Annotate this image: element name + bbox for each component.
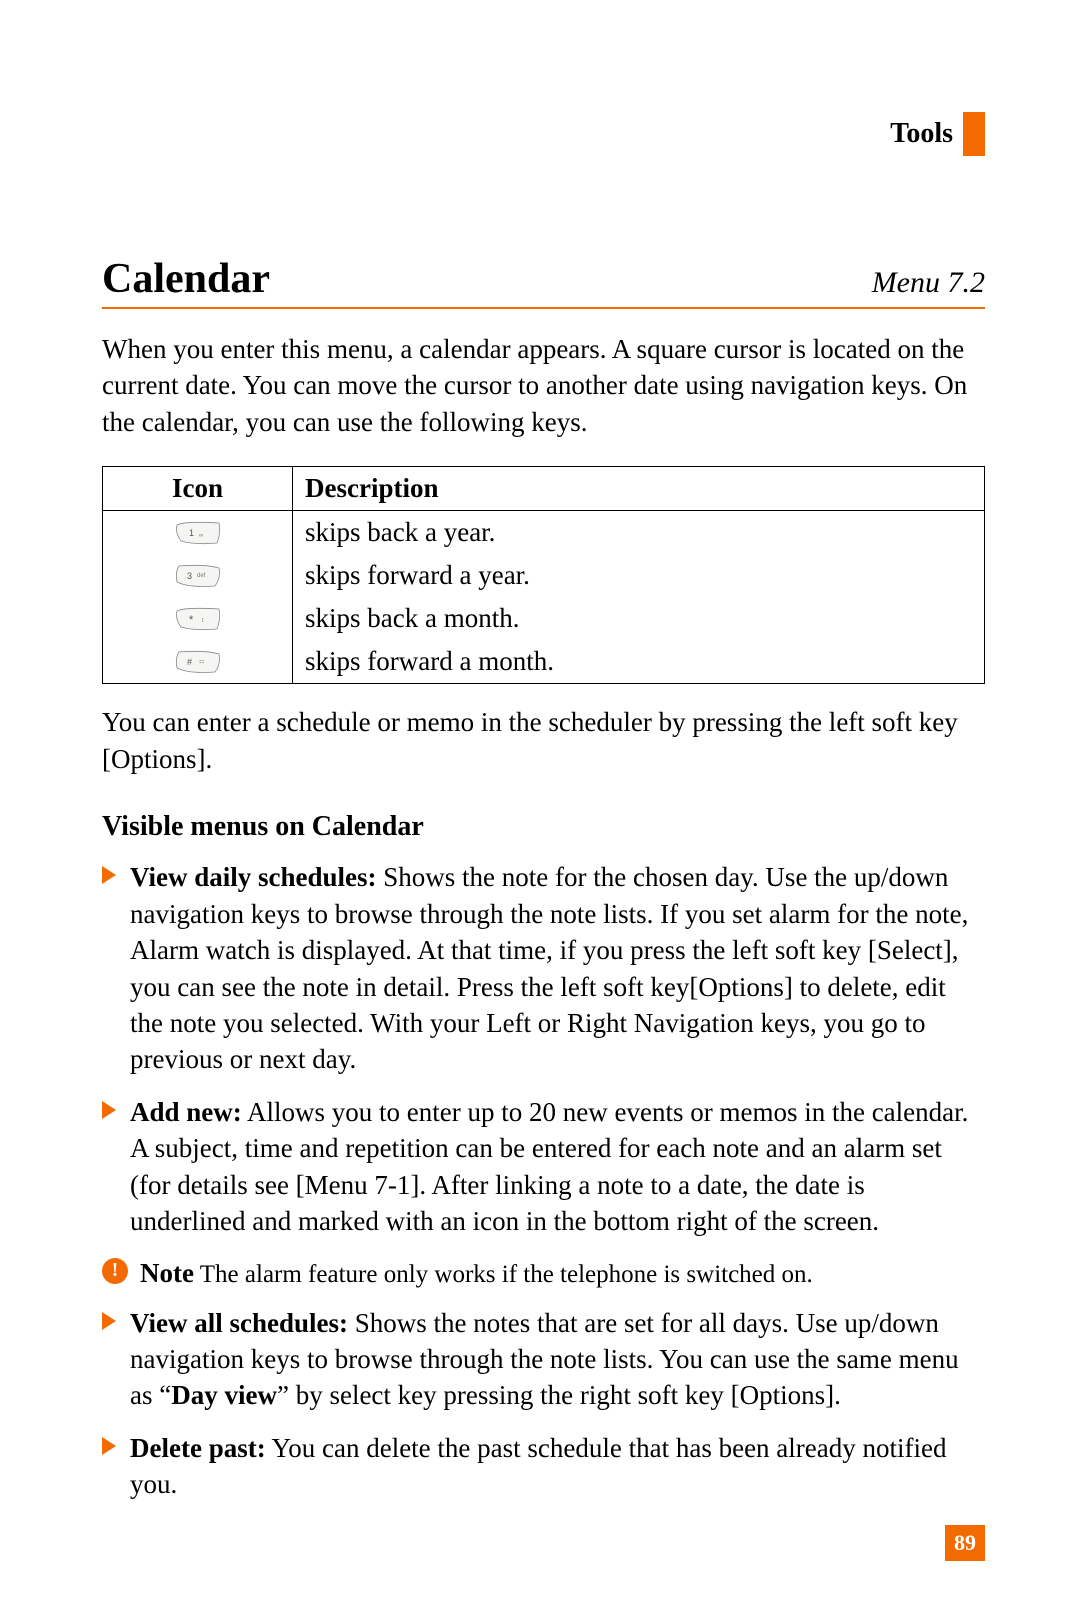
table-header-description: Description <box>293 467 985 511</box>
table-row: *↕ skips back a month. <box>103 597 985 640</box>
list-item: Delete past: You can delete the past sch… <box>102 1430 985 1503</box>
item-body-post: ” by select key pressing the right soft … <box>277 1380 841 1410</box>
svg-text:#: # <box>187 657 192 667</box>
after-table-paragraph: You can enter a schedule or memo in the … <box>102 704 985 777</box>
triangle-icon <box>102 1437 116 1455</box>
item-title: View all schedules: <box>130 1308 348 1338</box>
table-cell-desc: skips forward a year. <box>293 554 985 597</box>
menu-number: Menu 7.2 <box>872 266 985 300</box>
svg-text:1: 1 <box>189 528 194 538</box>
triangle-icon <box>102 1312 116 1330</box>
note-text: The alarm feature only works if the tele… <box>194 1261 813 1288</box>
triangle-icon <box>102 866 116 884</box>
table-cell-desc: skips forward a month. <box>293 640 985 684</box>
page-number: 89 <box>945 1525 985 1561</box>
table-cell-desc: skips back a year. <box>293 511 985 555</box>
table-row: #⚏ skips forward a month. <box>103 640 985 684</box>
note-label: Note <box>140 1258 194 1288</box>
svg-text:*: * <box>189 614 194 626</box>
key-3-icon: 3 def <box>175 564 221 588</box>
svg-text:3: 3 <box>187 571 192 581</box>
title-row: Calendar Menu 7.2 <box>102 255 985 309</box>
svg-text:def: def <box>197 573 206 579</box>
key-table: Icon Description 1∞ skips back a year. 3… <box>102 466 985 684</box>
list-item: Add new: Allows you to enter up to 20 ne… <box>102 1094 985 1240</box>
svg-text:∞: ∞ <box>199 533 203 539</box>
svg-text:↕: ↕ <box>201 617 205 624</box>
item-title: Delete past: <box>130 1433 266 1463</box>
section-label: Tools <box>890 118 953 150</box>
item-title: Add new: <box>130 1097 242 1127</box>
key-star-icon: *↕ <box>175 607 221 631</box>
section-marker <box>963 112 985 156</box>
table-row: 1∞ skips back a year. <box>103 511 985 555</box>
item-body-bold: Day view <box>171 1380 277 1410</box>
page-title: Calendar <box>102 255 270 303</box>
subheading: Visible menus on Calendar <box>102 811 985 843</box>
item-body: Allows you to enter up to 20 new events … <box>130 1097 968 1236</box>
list-item: View all schedules: Shows the notes that… <box>102 1305 985 1414</box>
key-1-icon: 1∞ <box>175 521 221 545</box>
triangle-icon <box>102 1101 116 1119</box>
table-cell-desc: skips back a month. <box>293 597 985 640</box>
list-item: View daily schedules: Shows the note for… <box>102 859 985 1078</box>
note-block: ! Note The alarm feature only works if t… <box>102 1258 985 1289</box>
table-header-icon: Icon <box>103 467 293 511</box>
item-title: View daily schedules: <box>130 862 377 892</box>
item-body: Shows the note for the chosen day. Use t… <box>130 862 968 1074</box>
table-row: 3 def skips forward a year. <box>103 554 985 597</box>
note-icon: ! <box>102 1258 128 1284</box>
intro-paragraph: When you enter this menu, a calendar app… <box>102 331 985 440</box>
key-hash-icon: #⚏ <box>175 650 221 674</box>
svg-text:⚏: ⚏ <box>199 659 204 665</box>
section-header: Tools <box>890 112 985 156</box>
